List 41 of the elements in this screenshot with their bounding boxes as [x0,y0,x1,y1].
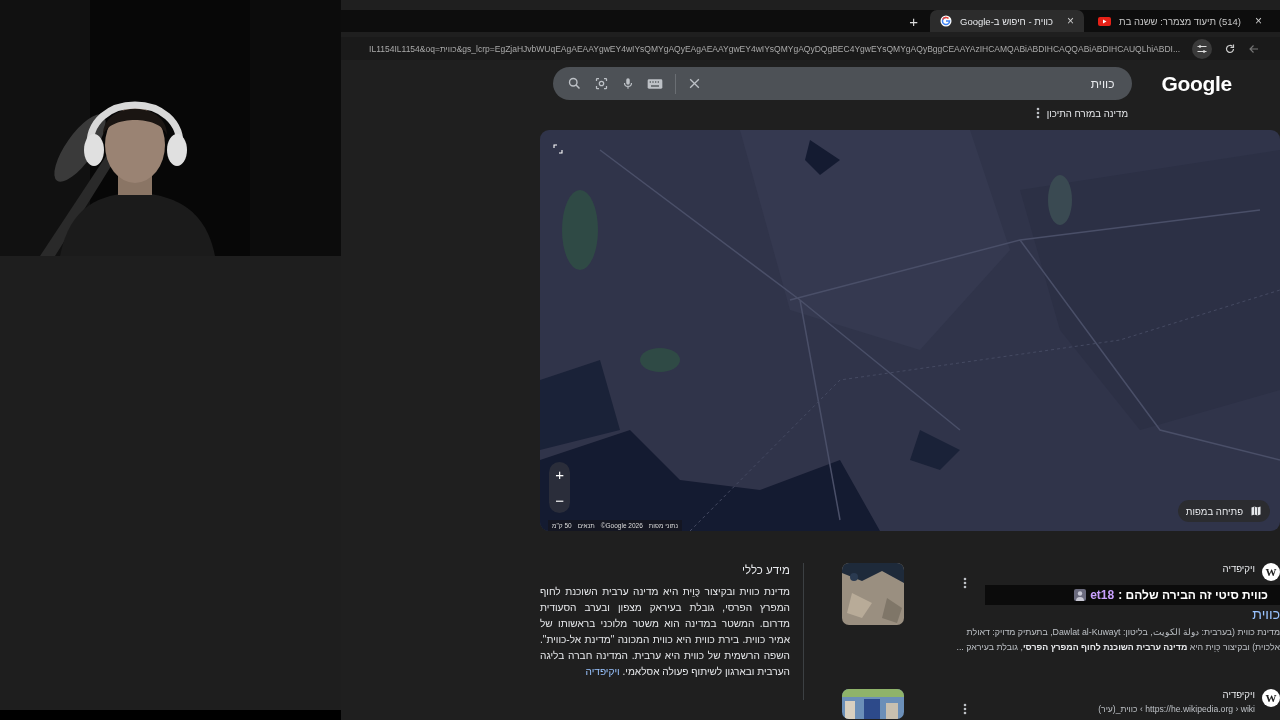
reload-icon [1224,42,1236,55]
search-icon[interactable] [567,76,583,91]
description-text: מדינת כווית ובקיצור כֻּוֵית היא מדינה ערבית השוכנת לחוף המפרץ הפרסי, גובלת בעיראק מצפון ובערב הסעודית מדרום. המשטר במדינה הוא משטר מלוכני בראשותו של אמיר כווית. בירת כווית היא כווית המכונה "מדינת אל-כווית". השפה הרשמית של כווית היא ערבית. המדינה חברה בליגה הערבית ובארגון לשיתוף פעולה אסלאמי. ויקיפדיה [540,585,790,679]
result-title[interactable]: כווית [943,607,1280,622]
result-url[interactable]: https://he.wikipedia.org › wiki › כווית_(עיר) [1098,704,1255,714]
keyboard-icon[interactable] [647,77,664,90]
search-field[interactable]: כווית [553,67,1133,100]
entity-subtitle: מדינה במזרח התיכון [1046,107,1128,119]
video-icon [1098,16,1112,26]
result-snippet: מדינת כווית (בערבית: دولة الكويت, בליטון: Dawlat al-Kuwayt, בתעתיק מדויק: דאולת אלכוית) ובקיצור כֻּוֵית היא מדינה ערבית השוכנת לחוף המפרץ הפרסי, גובלת בעיראק ... [955,626,1280,654]
browser-tab[interactable]: כווית - חיפוש ב-Google × [930,10,1085,32]
more-icon [963,703,967,715]
chat-message: כווית סיטי זה הבירה שלהם : [1118,588,1268,602]
google-logo[interactable]: Google [1161,71,1232,96]
close-tab-button[interactable]: × [1255,14,1262,28]
avatar-icon [1074,589,1087,601]
chat-username: et18 [1090,588,1115,602]
fullscreen-icon[interactable] [552,143,564,155]
zoom-out-button[interactable]: − [555,492,564,508]
tune-icon [1192,38,1212,59]
clear-button[interactable] [688,77,702,90]
more-icon [963,577,967,589]
tab-title: כווית - חיפוש ב-Google [960,15,1054,27]
back-icon [1248,42,1260,55]
browser-tab[interactable]: (514) תיעוד מצמרר: ששנה בת × [1088,10,1272,32]
close-tab-button[interactable]: × [1067,14,1075,28]
site-logo: W [1262,689,1280,707]
google-icon [940,15,952,27]
site-logo: W [1262,563,1280,581]
site-name[interactable]: ויקיפדיה [943,563,1255,574]
new-tab-button[interactable]: + [909,12,918,30]
site-name[interactable]: ויקיפדיה [943,689,1255,700]
more-icon [1035,107,1040,119]
open-in-maps-button[interactable]: פתיחה במפות [1177,500,1270,522]
source-link[interactable]: ויקיפדיה [585,666,620,677]
search-input[interactable]: כווית [713,76,1119,91]
tab-title: (514) תיעוד מצמרר: ששנה בת [1119,15,1241,27]
section-heading: מידע כללי [740,564,790,576]
zoom-in-button[interactable]: + [555,467,564,483]
map-icon [1250,505,1262,517]
camera-search-icon[interactable] [594,76,610,91]
